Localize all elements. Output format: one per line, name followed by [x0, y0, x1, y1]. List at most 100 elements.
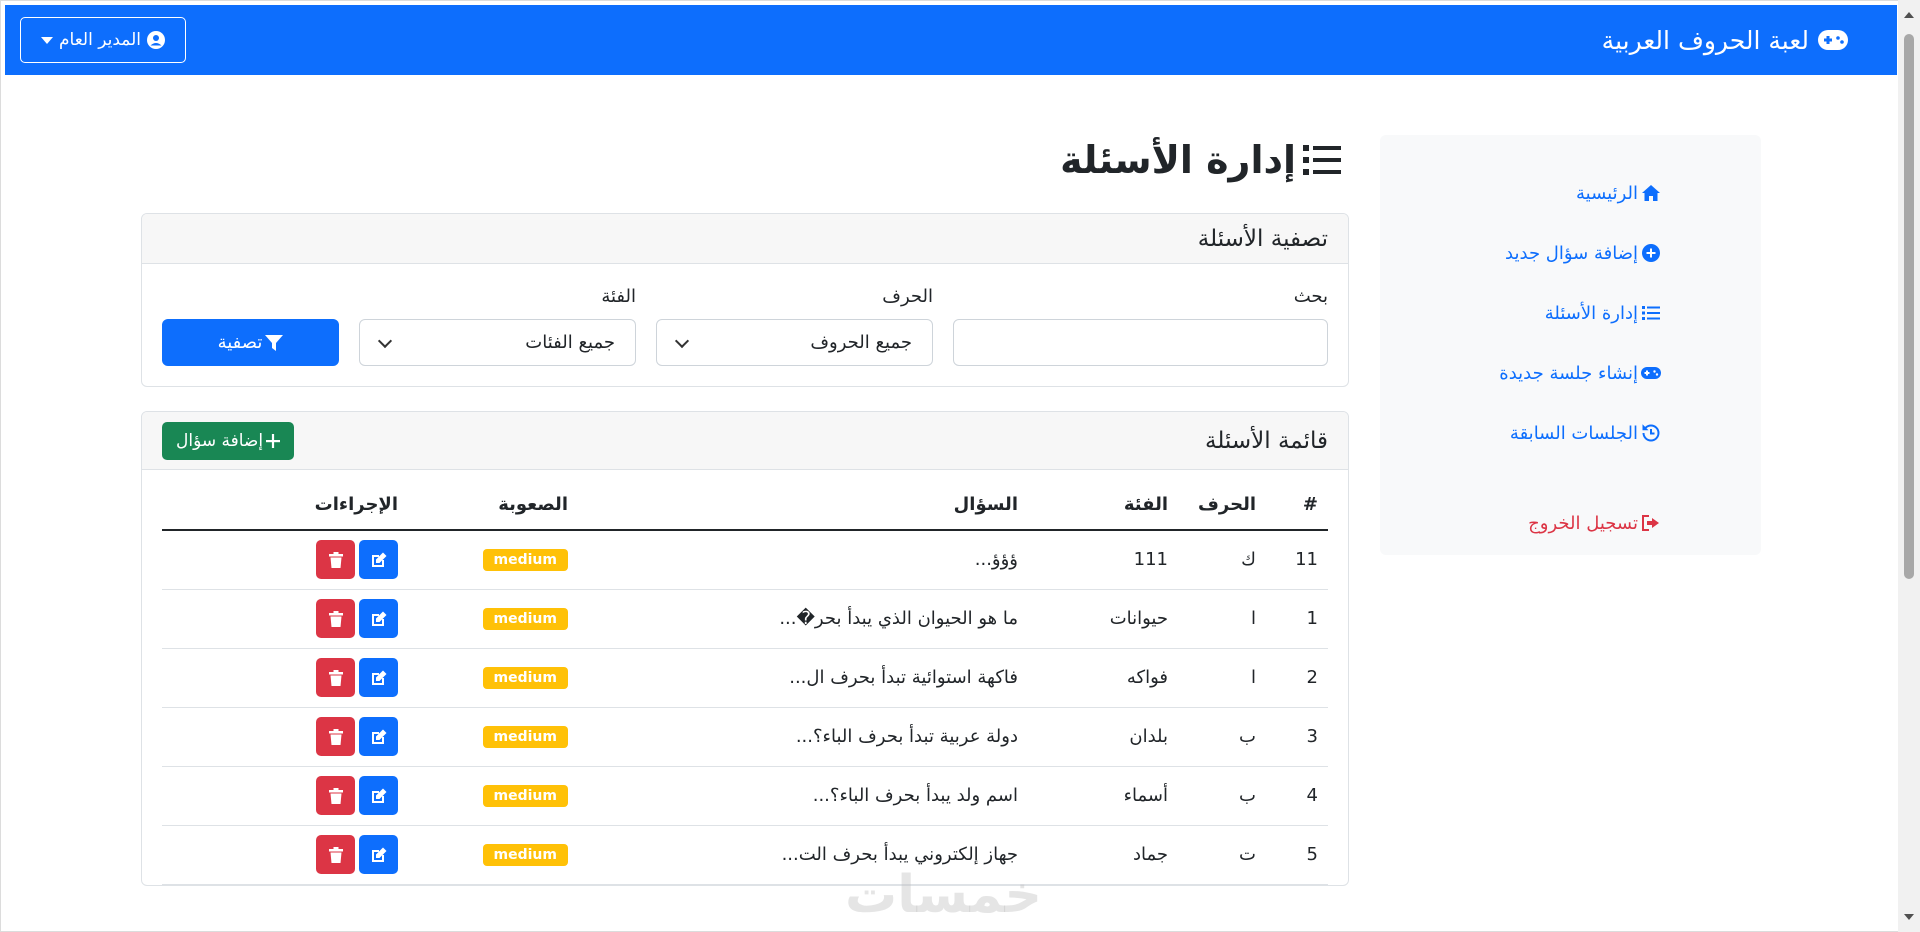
cell-actions — [162, 530, 408, 590]
vertical-scrollbar[interactable] — [1898, 0, 1920, 932]
page-title: إدارة الأسئلة — [141, 120, 1349, 200]
filter-button[interactable]: تصفية — [162, 319, 339, 366]
user-menu-button[interactable]: المدير العام — [20, 17, 186, 63]
sidebar-item-home[interactable]: الرئيسية — [1380, 163, 1661, 223]
letter-label: الحرف — [882, 286, 933, 307]
cell-question: اسم ولد يبدأ بحرف الباء؟... — [578, 766, 1028, 826]
cell-difficulty: medium — [408, 766, 578, 826]
trash-icon — [328, 787, 343, 804]
edit-icon — [371, 788, 386, 803]
scrollbar-thumb[interactable] — [1904, 34, 1914, 579]
trash-icon — [328, 728, 343, 745]
cell-id: 5 — [1266, 825, 1328, 885]
edit-button[interactable] — [359, 717, 398, 756]
main-content: إدارة الأسئلة تصفية الأسئلة بحث الحرف جم… — [141, 120, 1349, 886]
user-menu-label: المدير العام — [59, 30, 141, 50]
delete-button[interactable] — [316, 835, 355, 874]
edit-button[interactable] — [359, 776, 398, 815]
sidebar-item-new-session[interactable]: إنشاء جلسة جديدة — [1380, 343, 1661, 403]
questions-table-wrap: # الحرف الفئة السؤال الصعوبة الإجراءات 1… — [142, 470, 1348, 885]
difficulty-badge: medium — [482, 726, 568, 748]
edit-button[interactable] — [359, 835, 398, 874]
difficulty-badge: medium — [482, 549, 568, 572]
caret-down-icon — [41, 36, 53, 44]
search-input[interactable] — [953, 319, 1328, 366]
top-navbar: لعبة الحروف العربية المدير العام — [5, 5, 1897, 75]
column-header-letter: الحرف — [1178, 480, 1266, 531]
add-question-button[interactable]: إضافة سؤال — [162, 421, 295, 460]
category-select[interactable]: جميع الفئات — [359, 319, 636, 366]
search-label: بحث — [1293, 286, 1328, 307]
questions-table: # الحرف الفئة السؤال الصعوبة الإجراءات 1… — [162, 480, 1328, 885]
delete-button[interactable] — [316, 599, 355, 638]
category-group: الفئة جميع الفئات — [359, 286, 636, 366]
category-label: الفئة — [601, 286, 636, 307]
scroll-up-arrow-icon[interactable] — [1904, 12, 1914, 18]
edit-button[interactable] — [359, 658, 398, 697]
questions-card: قائمة الأسئلة إضافة سؤال # الحرف الفئة ا… — [141, 411, 1349, 886]
watermark: خمسات — [845, 865, 1043, 925]
sidebar-item-label: إضافة سؤال جديد — [1505, 242, 1638, 264]
trash-icon — [328, 846, 343, 863]
edit-icon — [371, 670, 386, 685]
table-header-row: # الحرف الفئة السؤال الصعوبة الإجراءات — [162, 480, 1328, 531]
sidebar-item-manage-questions[interactable]: إدارة الأسئلة — [1380, 283, 1661, 343]
cell-letter: ا — [1178, 589, 1266, 649]
difficulty-badge: medium — [482, 608, 568, 630]
gamepad-icon — [1818, 30, 1848, 50]
delete-button[interactable] — [316, 717, 355, 756]
edit-button[interactable] — [359, 540, 398, 580]
cell-id: 2 — [1266, 648, 1328, 708]
table-row: 5 ت جماد جهاز إلكتروني يبدأ بحرف الت... … — [162, 825, 1328, 885]
cell-category: فواكه — [1028, 648, 1178, 708]
cell-difficulty: medium — [408, 589, 578, 649]
sidebar-item-past-sessions[interactable]: الجلسات السابقة — [1380, 403, 1661, 463]
trash-icon — [328, 669, 343, 686]
cell-id: 3 — [1266, 707, 1328, 767]
sign-out-icon — [1642, 515, 1659, 531]
questions-card-header: قائمة الأسئلة إضافة سؤال — [142, 412, 1348, 470]
table-row: 1 ا حيوانات ما هو الحيوان الذي يبدأ بحر�… — [162, 589, 1328, 649]
trash-icon — [328, 551, 343, 568]
page-title-text: إدارة الأسئلة — [1060, 138, 1296, 182]
cell-id: 1 — [1266, 589, 1328, 649]
filter-card-header: تصفية الأسئلة — [142, 214, 1348, 264]
scroll-down-arrow-icon[interactable] — [1904, 914, 1914, 920]
cell-category: حيوانات — [1028, 589, 1178, 649]
delete-button[interactable] — [316, 540, 355, 580]
delete-button[interactable] — [316, 776, 355, 815]
plus-icon — [266, 433, 281, 448]
category-select-value: جميع الفئات — [525, 332, 615, 353]
cell-letter: ب — [1178, 707, 1266, 767]
cell-letter: ت — [1178, 825, 1266, 885]
letter-select-value: جميع الحروف — [810, 332, 912, 353]
letter-group: الحرف جميع الحروف — [656, 286, 933, 366]
cell-difficulty: medium — [408, 825, 578, 885]
filter-card-title: تصفية الأسئلة — [1197, 225, 1328, 252]
table-row: 4 ب أسماء اسم ولد يبدأ بحرف الباء؟... me… — [162, 766, 1328, 826]
delete-button[interactable] — [316, 658, 355, 697]
table-row: 3 ب بلدان دولة عربية تبدأ بحرف الباء؟...… — [162, 707, 1328, 767]
edit-icon — [371, 847, 386, 862]
sidebar-item-logout[interactable]: تسجيل الخروج — [1380, 493, 1661, 553]
questions-card-title: قائمة الأسئلة — [1204, 427, 1328, 454]
difficulty-badge: medium — [482, 844, 568, 866]
cell-actions — [162, 648, 408, 708]
user-circle-icon — [146, 31, 165, 49]
filter-card: تصفية الأسئلة بحث الحرف جميع الحروف الفئ… — [141, 213, 1349, 387]
cell-category: جماد — [1028, 825, 1178, 885]
letter-select[interactable]: جميع الحروف — [656, 319, 933, 366]
edit-button[interactable] — [359, 599, 398, 638]
cell-difficulty: medium — [408, 707, 578, 767]
cell-id: 11 — [1266, 530, 1328, 590]
brand-title: لعبة الحروف العربية — [1601, 25, 1809, 55]
gamepad-icon — [1641, 367, 1661, 379]
cell-difficulty: medium — [408, 648, 578, 708]
brand[interactable]: لعبة الحروف العربية — [1602, 26, 1849, 55]
cell-id: 4 — [1266, 766, 1328, 826]
sidebar-item-add-question[interactable]: إضافة سؤال جديد — [1380, 223, 1661, 283]
add-question-label: إضافة سؤال — [176, 430, 264, 451]
filter-icon — [265, 334, 284, 351]
column-header-question: السؤال — [578, 480, 1028, 531]
cell-actions — [162, 589, 408, 649]
